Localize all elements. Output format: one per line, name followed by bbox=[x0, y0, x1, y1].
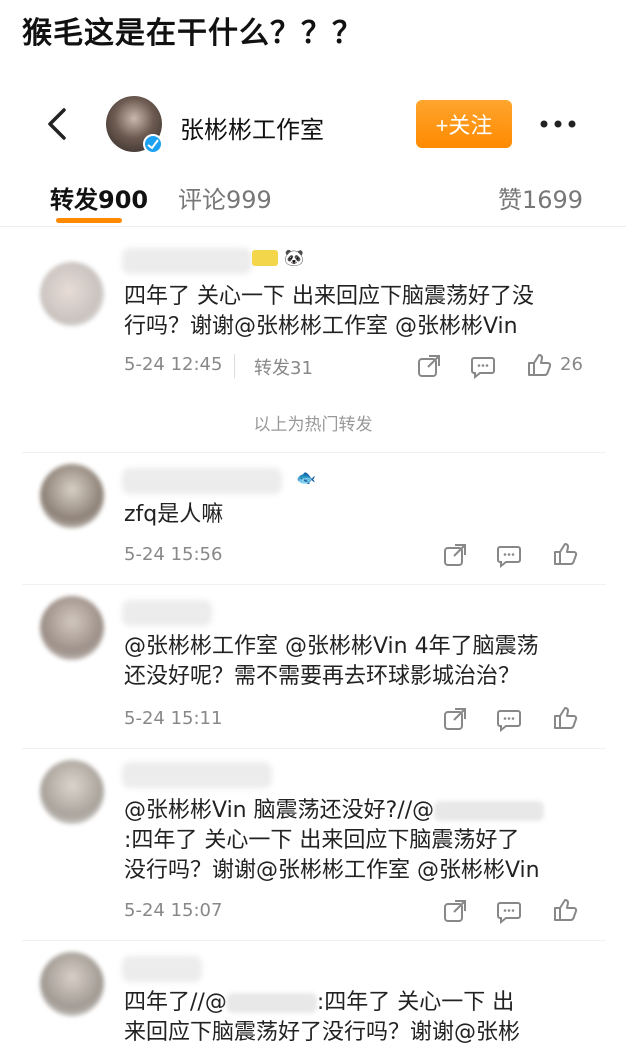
hot-section-label: 以上为热门转发 bbox=[253, 415, 373, 435]
share-icon[interactable] bbox=[442, 706, 468, 732]
post-time: 5-24 15:11 bbox=[124, 708, 223, 729]
share-icon[interactable] bbox=[416, 353, 442, 379]
tab-repost[interactable]: 转发900 bbox=[50, 180, 148, 215]
post-time: 5-24 15:07 bbox=[124, 900, 223, 921]
avatar[interactable] bbox=[40, 464, 104, 528]
list-item: 四年了//@:四年了 关心一下 出 来回应下脑震荡好了没行吗？谢谢@张彬 bbox=[0, 946, 626, 1056]
panda-icon: 🐼 bbox=[284, 248, 304, 267]
post-text: 四年了//@:四年了 关心一下 出 来回应下脑震荡好了没行吗？谢谢@张彬 bbox=[124, 990, 521, 1045]
like-icon[interactable] bbox=[552, 541, 578, 567]
comment-icon[interactable] bbox=[496, 898, 522, 924]
divider bbox=[0, 226, 626, 227]
divider bbox=[234, 354, 235, 378]
avatar[interactable] bbox=[40, 262, 104, 326]
like-icon[interactable] bbox=[552, 705, 578, 731]
repost-count[interactable]: 转发31 bbox=[254, 354, 313, 380]
username-blurred[interactable] bbox=[122, 248, 252, 274]
divider bbox=[22, 584, 606, 585]
page-caption: 猴毛这是在干什么？？？ bbox=[22, 16, 363, 51]
username-blurred[interactable] bbox=[122, 600, 212, 626]
like-count: 26 bbox=[560, 354, 583, 375]
post-text: zfq是人嘛 bbox=[124, 502, 224, 527]
user-badges: 🐼 bbox=[252, 248, 304, 267]
active-tab-indicator bbox=[56, 218, 122, 223]
divider bbox=[22, 452, 606, 453]
post-text: 四年了 关心一下 出来回应下脑震荡好了没 行吗？谢谢@张彬彬工作室 @张彬彬Vi… bbox=[124, 284, 534, 339]
emoji-icon: 🐟 bbox=[296, 468, 316, 487]
tab-comment[interactable]: 评论999 bbox=[178, 180, 272, 215]
user-badges: 🐟 bbox=[296, 468, 316, 487]
comment-icon[interactable] bbox=[496, 706, 522, 732]
comment-icon[interactable] bbox=[496, 542, 522, 568]
divider bbox=[22, 940, 606, 941]
post-text: @张彬彬工作室 @张彬彬Vin 4年了脑震荡 还没好呢？需不需要再去环球影城治治… bbox=[124, 634, 539, 689]
follow-button[interactable]: +关注 bbox=[416, 100, 512, 148]
back-icon[interactable] bbox=[44, 106, 74, 142]
verified-icon bbox=[143, 134, 163, 154]
username-blurred[interactable] bbox=[122, 956, 202, 982]
account-name[interactable]: 张彬彬工作室 bbox=[180, 110, 324, 145]
more-icon[interactable] bbox=[538, 112, 578, 136]
divider bbox=[22, 748, 606, 749]
avatar[interactable] bbox=[40, 760, 104, 824]
username-blurred[interactable] bbox=[122, 762, 272, 788]
avatar[interactable] bbox=[40, 596, 104, 660]
share-icon[interactable] bbox=[442, 898, 468, 924]
post-text: @张彬彬Vin 脑震荡还没好?//@ :四年了 关心一下 出来回应下脑震荡好了 … bbox=[124, 796, 594, 886]
username-blurred[interactable] bbox=[122, 468, 282, 494]
post-time: 5-24 15:56 bbox=[124, 544, 223, 565]
share-icon[interactable] bbox=[442, 542, 468, 568]
like-icon[interactable] bbox=[552, 897, 578, 923]
tab-like[interactable]: 赞1699 bbox=[498, 180, 583, 215]
tab-bar: 转发900 评论999 赞1699 bbox=[0, 172, 626, 228]
username-blurred bbox=[226, 993, 317, 1013]
comment-icon[interactable] bbox=[470, 353, 496, 379]
level-badge-icon bbox=[252, 249, 278, 266]
avatar[interactable] bbox=[40, 952, 104, 1016]
post-time: 5-24 12:45 bbox=[124, 354, 223, 375]
username-blurred bbox=[434, 801, 545, 821]
like-icon[interactable] bbox=[526, 352, 552, 378]
app-header: 张彬彬工作室 +关注 bbox=[0, 92, 626, 158]
